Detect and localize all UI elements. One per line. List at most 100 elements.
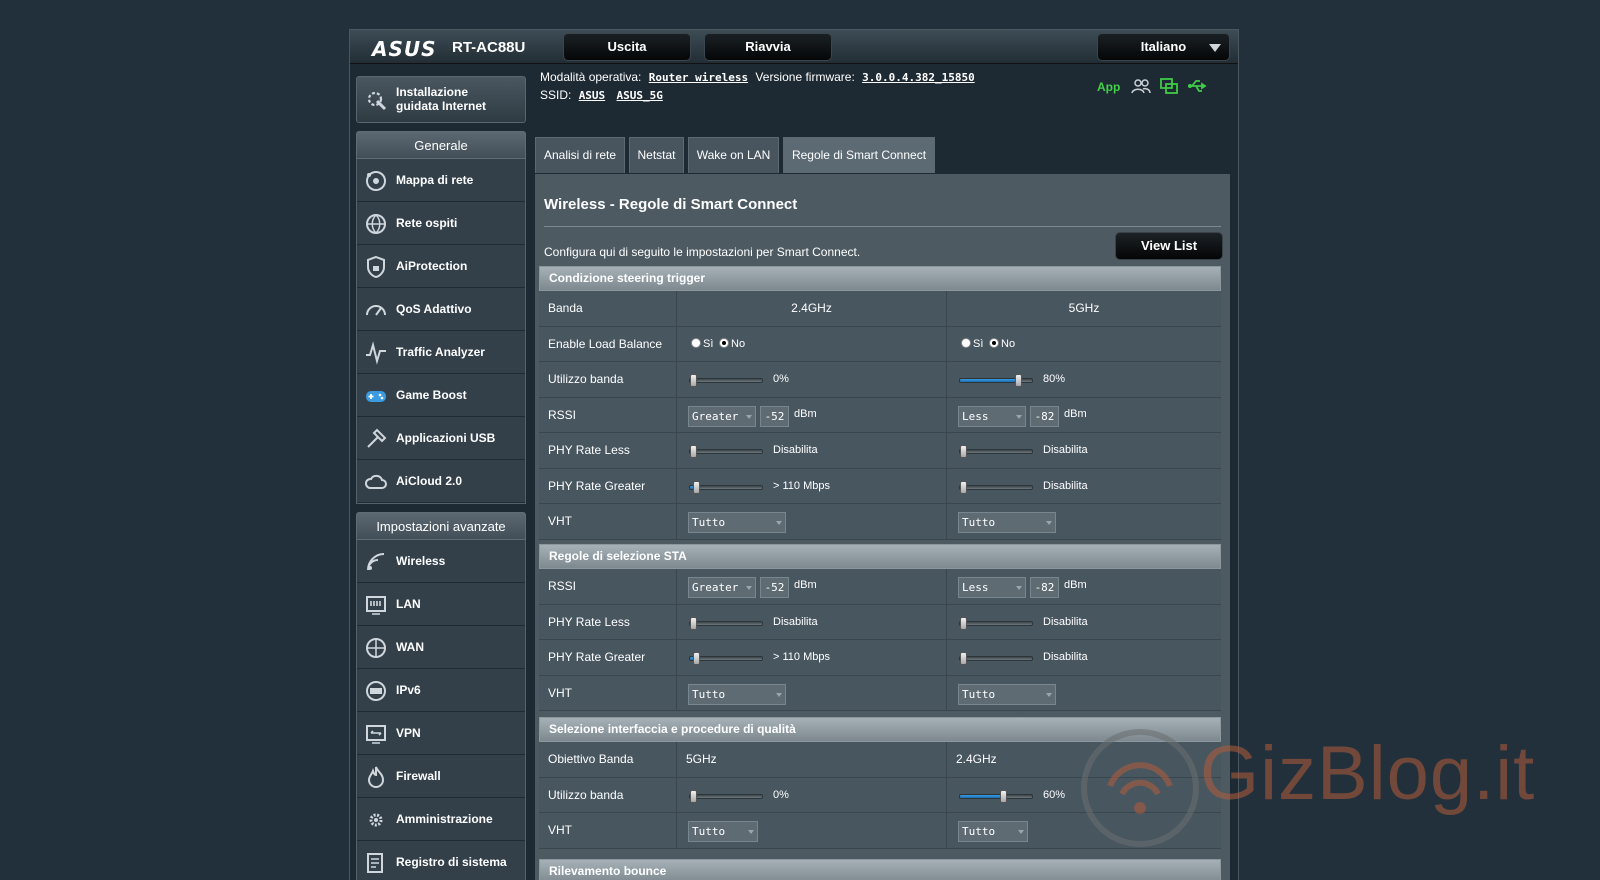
ssid-link-5[interactable]: ASUS_5G — [617, 89, 663, 102]
phy-greater-24-slider[interactable] — [689, 652, 763, 665]
phy-less-5-slider[interactable] — [959, 445, 1033, 458]
view-list-button[interactable]: View List — [1115, 232, 1223, 260]
sidebar-item-aicloud[interactable]: AiCloud 2.0 — [357, 460, 525, 503]
vht-5-cell: Tutto — [946, 813, 1221, 848]
phy-less-24-slider[interactable] — [689, 445, 763, 458]
sidebar-item-wireless[interactable]: Wireless — [357, 540, 525, 583]
rssi-24-value-input[interactable]: -52 — [760, 405, 789, 427]
phy-less-24-slider[interactable] — [689, 616, 763, 630]
vht-24-select[interactable]: Tutto — [688, 512, 786, 533]
slider-handle[interactable] — [1014, 374, 1022, 387]
row-label: VHT — [548, 823, 572, 837]
sidebar-item-system-log[interactable]: Registro di sistema — [357, 841, 525, 880]
phy-greater-5-slider[interactable] — [959, 480, 1033, 494]
slider-handle[interactable] — [689, 789, 697, 803]
vht-5-select[interactable]: Tutto — [958, 683, 1056, 705]
sidebar-item-usb-apps[interactable]: Applicazioni USB — [357, 417, 525, 460]
slider-handle[interactable] — [689, 616, 697, 630]
radio-circle — [989, 337, 999, 348]
general-menu: Mappa di rete Rete ospiti AiProtection Q… — [356, 159, 526, 504]
phy-less-24-cell: Disabilita — [676, 433, 946, 468]
bandwidth-usage-row: Utilizzo banda 0% 60% — [539, 777, 1221, 813]
sidebar-item-aiprotection[interactable]: AiProtection — [357, 245, 525, 288]
quick-setup-wizard-button[interactable]: Installazione guidata Internet — [356, 76, 526, 123]
rssi-5-operator-select[interactable]: Less — [958, 405, 1026, 427]
guest-network-icon — [364, 212, 388, 236]
rssi-5-value-input[interactable]: -82 — [1030, 405, 1059, 427]
rssi-24-operator-select[interactable]: Greater — [688, 577, 756, 598]
load-balance-5-yes-radio[interactable]: Sì — [961, 327, 983, 362]
slider-handle[interactable] — [692, 652, 700, 665]
load-balance-24-no-radio[interactable]: No — [719, 327, 745, 362]
select-value: Tutto — [962, 516, 996, 529]
app-link[interactable]: App — [1097, 80, 1120, 94]
tab-network-analysis[interactable]: Analisi di rete — [535, 137, 625, 173]
tab-netstat[interactable]: Netstat — [629, 137, 684, 173]
tab-wake-on-lan[interactable]: Wake on LAN — [688, 137, 779, 173]
row-label: RSSI — [548, 407, 577, 422]
vht-24-select[interactable]: Tutto — [688, 821, 758, 842]
vht-row: VHT Tutto Tutto — [539, 675, 1221, 711]
slider-handle[interactable] — [1000, 789, 1008, 803]
sidebar-item-game-boost[interactable]: Game Boost — [357, 374, 525, 417]
usb-icon[interactable] — [1187, 77, 1207, 95]
ipv6-icon — [364, 679, 388, 703]
util-5-slider[interactable] — [959, 789, 1033, 803]
phy-greater-24-cell: > 110 Mbps — [676, 468, 946, 503]
sidebar-item-label: Wireless — [396, 554, 446, 568]
slider-handle[interactable] — [959, 652, 967, 665]
slider-handle[interactable] — [689, 445, 697, 458]
sidebar-item-administration[interactable]: Amministrazione — [357, 798, 525, 841]
vht-5-select[interactable]: Tutto — [958, 512, 1056, 533]
slider-value: > 110 Mbps — [773, 479, 830, 492]
mode-link[interactable]: Router wireless — [649, 71, 748, 84]
phy-greater-24-slider[interactable] — [689, 480, 763, 494]
section-title: Rilevamento bounce — [539, 859, 1221, 880]
phy-less-5-slider[interactable] — [959, 616, 1033, 630]
vht-24-select[interactable]: Tutto — [688, 683, 786, 705]
slider-handle[interactable] — [959, 616, 967, 630]
sidebar-item-traffic-analyzer[interactable]: Traffic Analyzer — [357, 331, 525, 374]
sidebar-item-label: QoS Adattivo — [396, 302, 472, 316]
sidebar-item-vpn[interactable]: VPN — [357, 712, 525, 755]
rssi-24-value-input[interactable]: -52 — [760, 577, 789, 598]
select-value: Tutto — [692, 825, 726, 838]
row-label: PHY Rate Greater — [548, 478, 646, 493]
users-icon[interactable] — [1131, 77, 1151, 95]
slider-handle[interactable] — [959, 480, 967, 494]
slider-handle[interactable] — [689, 374, 697, 387]
tab-smart-connect-rules[interactable]: Regole di Smart Connect — [783, 137, 935, 173]
network-icon[interactable] — [1159, 77, 1179, 95]
phy-greater-5-slider[interactable] — [959, 652, 1033, 665]
language-select[interactable]: Italiano — [1097, 33, 1230, 61]
vht-5-select[interactable]: Tutto — [958, 821, 1028, 842]
page-title: Wireless - Regole di Smart Connect — [544, 196, 798, 213]
radio-label: No — [1001, 337, 1016, 350]
sidebar-item-label: AiProtection — [396, 259, 468, 273]
sidebar-item-qos[interactable]: QoS Adattivo — [357, 288, 525, 331]
rssi-5-value-input[interactable]: -82 — [1030, 577, 1059, 598]
sidebar-item-firewall[interactable]: Firewall — [357, 755, 525, 798]
util-24-slider[interactable] — [689, 374, 763, 387]
sidebar-item-guest-network[interactable]: Rete ospiti — [357, 202, 525, 245]
slider-value: 0% — [773, 373, 789, 385]
radio-label: Sì — [973, 337, 984, 350]
sidebar-item-ipv6[interactable]: IPv6 — [357, 669, 525, 712]
util-24-cell: 0% — [676, 362, 946, 397]
rssi-5-operator-select[interactable]: Less — [958, 577, 1026, 598]
reboot-button[interactable]: Riavvia — [704, 33, 832, 61]
chevron-down-icon — [1046, 521, 1052, 525]
logout-button[interactable]: Uscita — [563, 33, 691, 61]
sidebar-item-lan[interactable]: LAN — [357, 583, 525, 626]
ssid-link-24[interactable]: ASUS — [579, 89, 606, 102]
firmware-link[interactable]: 3.0.0.4.382_15850 — [862, 71, 975, 84]
sidebar-item-wan[interactable]: WAN — [357, 626, 525, 669]
slider-handle[interactable] — [692, 480, 700, 494]
load-balance-5-no-radio[interactable]: No — [989, 327, 1015, 362]
util-24-slider[interactable] — [689, 789, 763, 803]
load-balance-24-yes-radio[interactable]: Sì — [691, 327, 713, 362]
rssi-24-operator-select[interactable]: Greater — [688, 405, 756, 427]
util-5-slider[interactable] — [959, 374, 1033, 387]
slider-handle[interactable] — [959, 445, 967, 458]
sidebar-item-network-map[interactable]: Mappa di rete — [357, 159, 525, 202]
